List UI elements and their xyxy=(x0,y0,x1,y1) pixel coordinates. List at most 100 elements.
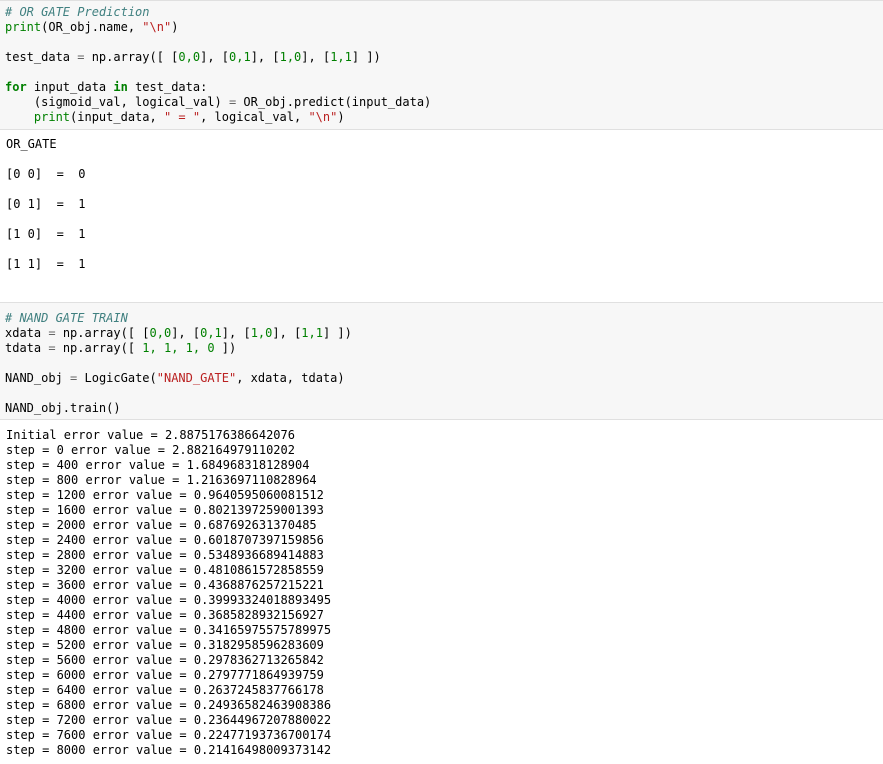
string-literal: "\n" xyxy=(142,20,172,34)
code-text: input_data xyxy=(26,80,114,94)
code-line-for: for input_data in test_data: xyxy=(5,80,878,95)
output-text: OR_GATE [0 0] = 0 [0 1] = 1 [1 0] = 1 [1 1] … xyxy=(6,137,877,272)
comment: # NAND GATE TRAIN xyxy=(5,311,128,325)
output-line: step = 8000 error value = 0.214164980093… xyxy=(6,743,332,757)
code-text: ], [ xyxy=(171,326,201,340)
code-text: NAND_obj.train() xyxy=(5,401,121,415)
code-text: NAND_obj xyxy=(5,371,71,385)
code-text: ], [ xyxy=(221,326,251,340)
code-text: , xdata, tdata) xyxy=(236,371,345,385)
code-line-nand-obj: NAND_obj = LogicGate("NAND_GATE", xdata,… xyxy=(5,371,878,386)
output-line: [0 0] = 0 xyxy=(6,167,86,181)
code-line-predict: (sigmoid_val, logical_val) = OR_obj.pred… xyxy=(5,95,878,110)
output-line: step = 6400 error value = 0.263724583776… xyxy=(6,683,324,697)
code-line-xdata: xdata = np.array([ [0,0], [0,1], [1,0], … xyxy=(5,326,878,341)
code-line-comment: # NAND GATE TRAIN xyxy=(5,311,878,326)
output-line: step = 5600 error value = 0.297836271326… xyxy=(6,653,324,667)
code-text: np.array([ [ xyxy=(55,326,150,340)
output-line: step = 3600 error value = 0.436887625721… xyxy=(6,578,324,592)
output-line: step = 5200 error value = 0.318295859628… xyxy=(6,638,324,652)
output-line: [1 0] = 1 xyxy=(6,227,86,241)
output-line: step = 1600 error value = 0.802139725900… xyxy=(6,503,324,517)
string-literal: "\n" xyxy=(308,110,338,124)
comment: # OR GATE Prediction xyxy=(5,5,150,19)
output-line: step = 0 error value = 2.882164979110202 xyxy=(6,443,295,457)
output-line: step = 7600 error value = 0.224771937367… xyxy=(6,728,332,742)
number-literal: 1,1 xyxy=(330,50,352,64)
code-line-comment: # OR GATE Prediction xyxy=(5,5,878,20)
code-editor[interactable]: # OR GATE Prediction print(OR_obj.name, "… xyxy=(5,5,878,125)
output-line: step = 4000 error value = 0.399933240188… xyxy=(6,593,332,607)
code-text: (sigmoid_val, logical_val) xyxy=(5,95,229,109)
builtin-print: print xyxy=(33,110,71,124)
code-text: test_data: xyxy=(127,80,208,94)
output-line: step = 2400 error value = 0.601870739715… xyxy=(6,533,324,547)
keyword-in: in xyxy=(113,80,128,94)
output-line: [0 1] = 1 xyxy=(6,197,86,211)
builtin-print: print xyxy=(5,20,42,34)
code-text: np.array([ xyxy=(55,341,143,355)
code-text: test_data xyxy=(5,50,78,64)
code-cell-or-predict[interactable]: # OR GATE Prediction print(OR_obj.name, "… xyxy=(0,0,883,130)
code-text: (OR_obj.name, xyxy=(41,20,143,34)
code-text: ) xyxy=(171,20,179,34)
code-cell-nand-train[interactable]: # NAND GATE TRAIN xdata = np.array([ [0,0… xyxy=(0,302,883,420)
output-line: [1 1] = 1 xyxy=(6,257,86,271)
code-line-train: NAND_obj.train() xyxy=(5,401,878,416)
code-text: ]) xyxy=(214,341,237,355)
code-line-print: print(OR_obj.name, "\n") xyxy=(5,20,878,35)
number-literal: 0,1 xyxy=(200,326,222,340)
output-line: step = 1200 error value = 0.964059506008… xyxy=(6,488,324,502)
code-text: ], [ xyxy=(272,326,302,340)
output-line: step = 400 error value = 1.6849683181289… xyxy=(6,458,310,472)
number-literal: 0,1 xyxy=(229,50,251,64)
number-literal: 1,1 xyxy=(301,326,323,340)
code-line-print2: print(input_data, " = ", logical_val, "\… xyxy=(5,110,878,125)
output-line: step = 6000 error value = 0.279777186493… xyxy=(6,668,324,682)
operator: = xyxy=(48,326,56,340)
code-text: ], [ xyxy=(250,50,280,64)
output-line: step = 2800 error value = 0.534893668941… xyxy=(6,548,324,562)
code-text: ], [ xyxy=(200,50,229,64)
operator: = xyxy=(48,341,56,355)
code-text: tdata xyxy=(5,341,49,355)
string-literal: "NAND_GATE" xyxy=(156,371,237,385)
code-text: ) xyxy=(337,110,345,124)
string-literal: " = " xyxy=(163,110,201,124)
code-editor[interactable]: # NAND GATE TRAIN xdata = np.array([ [0,0… xyxy=(5,311,878,416)
output-line: OR_GATE xyxy=(6,137,57,151)
output-line: step = 7200 error value = 0.236449672078… xyxy=(6,713,332,727)
number-literal: 0,0 xyxy=(149,326,172,340)
output-area-or-predict: OR_GATE [0 0] = 0 [0 1] = 1 [1 0] = 1 [1 1] … xyxy=(0,130,883,302)
code-text: (input_data, xyxy=(70,110,164,124)
output-line: Initial error value = 2.8875176386642076 xyxy=(6,428,295,442)
code-text: xdata xyxy=(5,326,49,340)
output-area-nand-train: Initial error value = 2.8875176386642076… xyxy=(0,420,883,764)
code-text: OR_obj.predict(input_data) xyxy=(236,95,432,109)
code-line-testdata: test_data = np.array([ [0,0], [0,1], [1,… xyxy=(5,50,878,65)
code-line-tdata: tdata = np.array([ 1, 1, 1, 0 ]) xyxy=(5,341,878,356)
code-text: LogicGate( xyxy=(77,371,157,385)
output-text: Initial error value = 2.8875176386642076… xyxy=(6,428,877,758)
output-line: step = 3200 error value = 0.481086157285… xyxy=(6,563,324,577)
number-literal: 1,0 xyxy=(250,326,273,340)
number-literal: 1, 1, 1, 0 xyxy=(142,341,215,355)
keyword-for: for xyxy=(5,80,27,94)
output-line: step = 2000 error value = 0.687692631370… xyxy=(6,518,317,532)
output-line: step = 800 error value = 1.2163697110828… xyxy=(6,473,317,487)
code-text: np.array([ [ xyxy=(84,50,179,64)
output-line: step = 6800 error value = 0.249365824639… xyxy=(6,698,332,712)
number-literal: 1,0 xyxy=(279,50,302,64)
output-line: step = 4400 error value = 0.368582893215… xyxy=(6,608,324,622)
number-literal: 0,0 xyxy=(178,50,201,64)
output-line: step = 4800 error value = 0.341659755757… xyxy=(6,623,332,637)
code-text: , logical_val, xyxy=(200,110,309,124)
code-text: ] ]) xyxy=(351,50,381,64)
code-text: ], [ xyxy=(301,50,331,64)
code-text: ] ]) xyxy=(322,326,352,340)
